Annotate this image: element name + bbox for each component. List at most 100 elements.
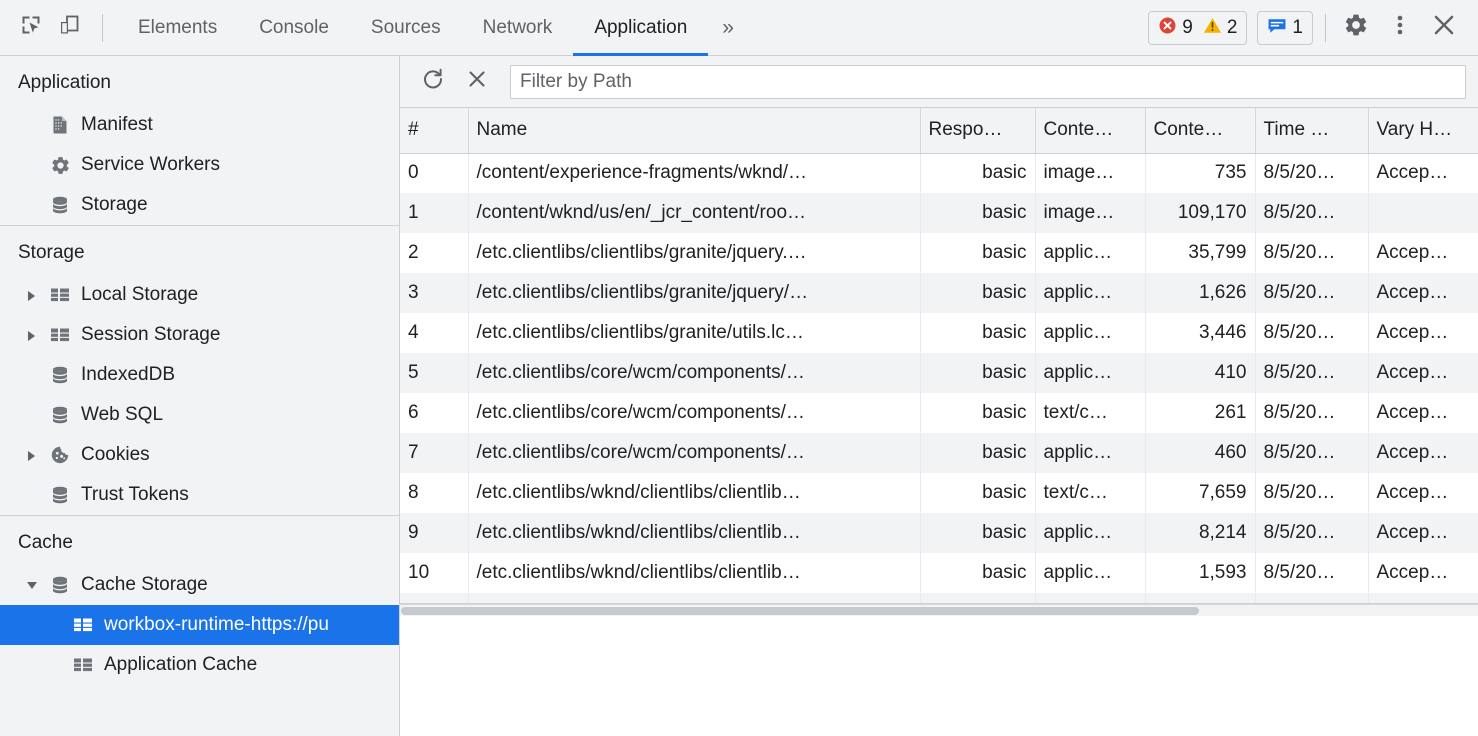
cell-content-length: 410 [1145,353,1255,393]
database-icon [49,404,71,426]
refresh-cache-button[interactable] [414,63,452,101]
sidebar-item-web-sql[interactable]: Web SQL [0,395,399,435]
table-row[interactable]: 6 /etc.clientlibs/core/wcm/components/… … [400,393,1478,433]
sidebar-section-storage: Storage Local Storage [0,226,399,515]
cell-time-cached: 8/5/20… [1255,513,1368,553]
cell-vary-header [1368,193,1478,233]
column-header-index[interactable]: # [400,108,468,153]
cell-index: 0 [400,153,468,193]
cell-index: 5 [400,353,468,393]
column-header-name[interactable]: Name [468,108,920,153]
sidebar-item-manifest[interactable]: Manifest [0,105,399,145]
sidebar-item-indexeddb[interactable]: IndexedDB [0,355,399,395]
messages-counter-button[interactable]: 1 [1257,11,1313,45]
cell-time-cached: 8/5/20… [1255,153,1368,193]
issues-counter-button[interactable]: 9 2 [1148,11,1247,45]
column-header-response-type[interactable]: Respo… [920,108,1035,153]
cell-vary-header: Accep… [1368,353,1478,393]
tab-elements[interactable]: Elements [117,0,238,56]
error-circle-icon [1158,16,1177,40]
table-header: # Name Respo… Conte… Conte… Time … Vary … [400,108,1478,153]
column-header-time-cached[interactable]: Time … [1255,108,1368,153]
tab-application[interactable]: Application [573,0,708,56]
cell-response-type: basic [920,433,1035,473]
cell-vary-header: Accep… [1368,553,1478,593]
cell-response-type: basic [920,193,1035,233]
sidebar-item-label: workbox-runtime-https://pu [104,614,329,636]
close-devtools-button[interactable] [1422,6,1466,50]
database-icon [49,194,71,216]
cell-time-cached: 8/5/20… [1255,433,1368,473]
sidebar-item-service-workers[interactable]: Service Workers [0,145,399,185]
cell-content-type: applic… [1035,273,1145,313]
table-row[interactable]: 2 /etc.clientlibs/clientlibs/granite/jqu… [400,233,1478,273]
tab-network-label: Network [483,17,553,39]
table-row[interactable]: 10 /etc.clientlibs/wknd/clientlibs/clien… [400,553,1478,593]
sidebar-item-cookies[interactable]: Cookies [0,435,399,475]
sidebar-item-storage[interactable]: Storage [0,185,399,225]
scrollbar-thumb[interactable] [401,607,1199,615]
filter-by-path-input[interactable] [510,65,1466,99]
database-icon [49,484,71,506]
cell-index: 11 [400,593,468,604]
cell-vary-header: Accep… [1368,233,1478,273]
application-sidebar: Application [0,56,400,736]
cell-name: /etc.clientlibs/clientlibs/granite/utils… [468,313,920,353]
sidebar-item-workbox-runtime-cache[interactable]: workbox-runtime-https://pu [0,605,399,645]
sidebar-item-session-storage[interactable]: Session Storage [0,315,399,355]
cell-name: /etc.clientlibs/clientlibs/granite/jquer… [468,273,920,313]
cell-content-length: 261 [1145,393,1255,433]
sidebar-item-cache-storage[interactable]: Cache Storage [0,565,399,605]
sidebar-item-trust-tokens[interactable]: Trust Tokens [0,475,399,515]
column-header-content-type[interactable]: Conte… [1035,108,1145,153]
cell-time-cached: 8/5/20… [1255,233,1368,273]
cell-vary-header: Accep… [1368,153,1478,193]
cell-content-type: applic… [1035,313,1145,353]
table-row[interactable]: 8 /etc.clientlibs/wknd/clientlibs/client… [400,473,1478,513]
table-row[interactable]: 7 /etc.clientlibs/core/wcm/components/… … [400,433,1478,473]
manifest-document-icon [49,114,71,136]
settings-button[interactable] [1334,6,1378,50]
warning-count: 2 [1227,17,1238,39]
table-horizontal-scrollbar[interactable] [400,604,1478,616]
table-header-row: # Name Respo… Conte… Conte… Time … Vary … [400,108,1478,153]
refresh-icon [421,67,445,96]
database-icon [49,574,71,596]
cache-entry-preview-pane [400,616,1478,736]
tab-sources[interactable]: Sources [350,0,462,56]
delete-selected-button[interactable] [458,63,496,101]
sidebar-item-application-cache[interactable]: Application Cache [0,645,399,685]
sidebar-section-title-storage: Storage [0,226,399,275]
chevron-double-right-icon: » [722,16,734,40]
sidebar-item-label: IndexedDB [81,364,175,386]
table-row[interactable]: 3 /etc.clientlibs/clientlibs/granite/jqu… [400,273,1478,313]
toolbar-divider [102,14,103,42]
table-row[interactable]: 9 /etc.clientlibs/wknd/clientlibs/client… [400,513,1478,553]
table-row[interactable]: 0 /content/experience-fragments/wknd/… b… [400,153,1478,193]
cell-content-length: 3,446 [1145,313,1255,353]
cell-index: 1 [400,193,468,233]
cell-name: /etc.clientlibs/wknd/clientlibs/clientli… [468,513,920,553]
cell-content-length: 735 [1145,153,1255,193]
column-header-content-length[interactable]: Conte… [1145,108,1255,153]
table-row[interactable]: 4 /etc.clientlibs/clientlibs/granite/uti… [400,313,1478,353]
inspect-element-button[interactable] [12,9,50,47]
device-toolbar-button[interactable] [50,9,88,47]
cell-response-type: basic [920,473,1035,513]
tab-network[interactable]: Network [462,0,574,56]
table-row[interactable]: 11 /etc.clientlibs/wknd/clientlibs/clien… [400,593,1478,604]
message-count: 1 [1292,17,1303,39]
sidebar-item-local-storage[interactable]: Local Storage [0,275,399,315]
cell-name: /etc.clientlibs/wknd/clientlibs/clientli… [468,473,920,513]
table-row[interactable]: 1 /content/wknd/us/en/_jcr_content/roo… … [400,193,1478,233]
sidebar-item-label: Trust Tokens [81,484,189,506]
table-row[interactable]: 5 /etc.clientlibs/core/wcm/components/… … [400,353,1478,393]
more-options-button[interactable] [1378,6,1422,50]
error-count: 9 [1182,17,1193,39]
tab-console[interactable]: Console [238,0,350,56]
more-tabs-button[interactable]: » [708,0,748,56]
toolbar-right-group: 9 2 [1148,6,1468,50]
column-header-vary-header[interactable]: Vary H… [1368,108,1478,153]
tab-sources-label: Sources [371,17,441,39]
cache-entries-table-container[interactable]: # Name Respo… Conte… Conte… Time … Vary … [400,108,1478,604]
